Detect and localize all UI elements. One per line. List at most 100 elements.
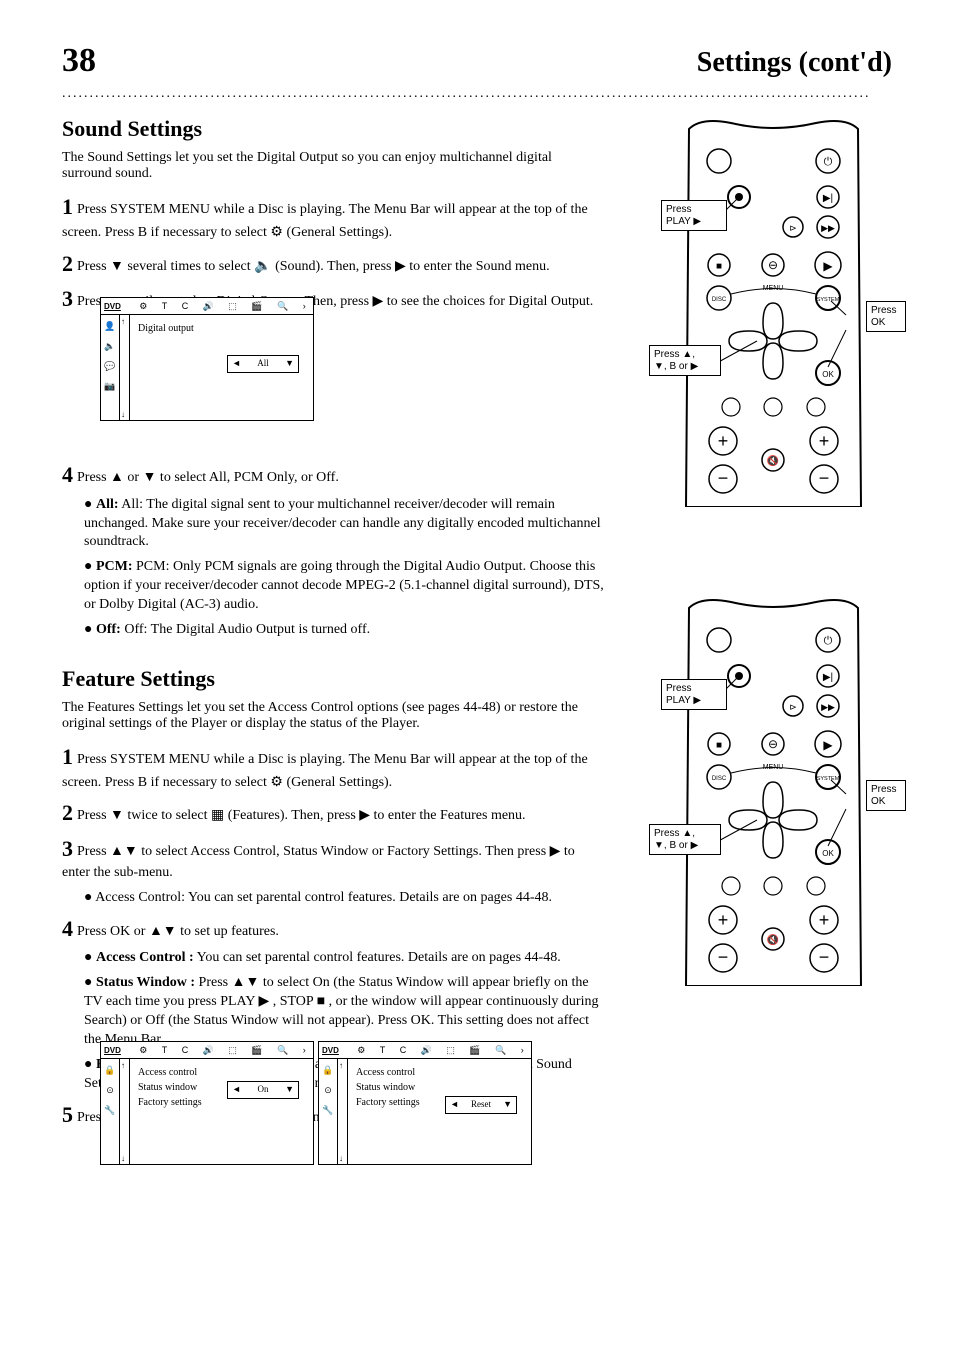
svg-text:⊳: ⊳ [789, 702, 797, 712]
text: Press ▼ twice to select [77, 808, 211, 823]
menubar-icons: ⚙ T C 🔊 ⬚ 🎬 🔍 › [132, 301, 313, 312]
icon: 🔊 [203, 301, 214, 312]
icon: ⬚ [446, 1045, 455, 1056]
remote-svg: ⏻ ▶| ⊳ ▶▶ ■ ⊖ ▶ DISC SYSTEM MENU OK + − [671, 594, 876, 986]
remote-svg: ⏻ ▶| ⊳ ▶▶ ■ ⊖ ▶ DISC SYSTEM MENU OK [671, 115, 876, 507]
svg-text:+: + [718, 910, 729, 930]
icon: ⚙ [139, 1045, 147, 1056]
gear-glyph: ⚙ [270, 773, 283, 789]
text: (General Settings). [286, 225, 392, 240]
svg-text:SYSTEM: SYSTEM [817, 297, 840, 303]
sound-step-4: 4Press ▲ or ▼ to select All, PCM Only, o… [62, 460, 602, 490]
callout-play: Press PLAY ▶ [661, 200, 727, 231]
svg-text:⊖: ⊖ [768, 737, 778, 751]
text: (Features). Then, press ▶ to enter the F… [228, 808, 526, 823]
features-glyph: ▦ [211, 806, 224, 822]
menu-row: Digital output [138, 321, 305, 336]
menubar-icons: ⚙ T C 🔊 ⬚ 🎬 🔍 › [350, 1045, 531, 1056]
speech-icon: 💬 [104, 361, 115, 372]
icon: C [182, 1045, 189, 1056]
sound-menu-figure: DVD ⚙ T C 🔊 ⬚ 🎬 🔍 › 👤 🔈 💬 📷 ↑ ↓ [100, 297, 314, 421]
icon: C [400, 1045, 407, 1056]
icon: 🔊 [203, 1045, 214, 1056]
svg-text:MENU: MENU [763, 764, 784, 771]
text: You can set parental control features. D… [194, 950, 561, 965]
svg-text:+: + [819, 431, 830, 451]
left-icon-column: 👤 🔈 💬 📷 [101, 315, 119, 421]
callout-play: Press PLAY ▶ [661, 679, 727, 710]
text: Press ▼ several times to select [77, 259, 254, 274]
sound-step-2: 2Press ▼ several times to select 🔈 (Soun… [62, 249, 602, 279]
select-box: ◄ All ▼ [227, 355, 299, 373]
feature-step-4-access: ● Access Control : You can set parental … [84, 949, 604, 968]
svg-text:■: ■ [716, 740, 722, 751]
svg-text:−: − [819, 947, 830, 967]
svg-text:▶|: ▶| [823, 193, 833, 204]
arrow-right-icon: › [521, 1045, 524, 1056]
sound-step-4-bullet-off: ● Off: Off: The Digital Audio Output is … [84, 621, 604, 640]
sound-step-4-bullet-pcm: ● PCM: PCM: Only PCM signals are going t… [84, 558, 604, 615]
arrow-down-icon: ↓ [121, 410, 125, 419]
triangle-left-icon: ◄ [232, 357, 241, 371]
text: Press OK [871, 784, 897, 807]
icon: 🎬 [251, 301, 262, 312]
feature-step-4-status: ● Status Window : Press ▲▼ to select On … [84, 974, 604, 1050]
callout-arrows: Press ▲, ▼, B or ▶ [649, 824, 721, 855]
menubar-icons: ⚙ T C 🔊 ⬚ 🎬 🔍 › [132, 1045, 313, 1056]
icon: 🎬 [251, 1045, 262, 1056]
remote-illustration-2: ⏻ ▶| ⊳ ▶▶ ■ ⊖ ▶ DISC SYSTEM MENU OK + − [671, 594, 876, 986]
feature-step-1: 1Press SYSTEM MENU while a Disc is playi… [62, 742, 602, 793]
icon: 🔍 [277, 301, 288, 312]
arrow-up-icon: ↑ [121, 317, 125, 326]
icon: C [182, 301, 189, 312]
sound-step-4-bullet-all: ● All: All: The digital signal sent to y… [84, 496, 604, 553]
icon: 🎬 [469, 1045, 480, 1056]
svg-text:MENU: MENU [763, 285, 784, 292]
arrow-up-icon: ↑ [339, 1061, 343, 1070]
callout-arrows: Press ▲, ▼, B or ▶ [649, 345, 721, 376]
svg-text:▶|: ▶| [823, 672, 833, 683]
lock-icon: 🔒 [322, 1065, 333, 1076]
person-icon: 👤 [104, 321, 115, 332]
icon: 🔊 [421, 1045, 432, 1056]
page-number: 38 [62, 42, 96, 80]
svg-text:+: + [718, 431, 729, 451]
svg-text:−: − [718, 947, 729, 967]
icon: 🔍 [277, 1045, 288, 1056]
icon: ⬚ [228, 301, 237, 312]
camera-icon: 📷 [104, 381, 115, 392]
icon: ⚙ [139, 301, 147, 312]
triangle-down-icon: ▼ [503, 1098, 512, 1112]
text: (General Settings). [286, 775, 392, 790]
icon: ⬚ [228, 1045, 237, 1056]
text: Press PLAY ▶ [666, 204, 701, 227]
svg-text:🔇: 🔇 [767, 454, 779, 467]
feature-settings-subtitle: The Features Settings let you set the Ac… [62, 700, 582, 732]
callout-ok: Press OK [866, 301, 906, 332]
svg-text:■: ■ [716, 261, 722, 272]
wrench-icon: 🔧 [322, 1105, 333, 1116]
arrow-right-icon: › [303, 301, 306, 312]
svg-text:▶▶: ▶▶ [821, 223, 835, 233]
svg-text:DISC: DISC [712, 776, 727, 782]
text: Press OK or ▲▼ to set up features. [77, 924, 279, 939]
feature-menu-figure-b: DVD ⚙ T C 🔊 ⬚ 🎬 🔍 › 🔒 ⊙ 🔧 ↑ ↓ Access con… [318, 1041, 532, 1165]
select-box: ◄ On ▼ [227, 1081, 299, 1099]
clock-icon: ⊙ [324, 1085, 332, 1096]
page-title: Settings (cont'd) [697, 47, 892, 79]
feature-step-3-note: ● Access Control: You can set parental c… [84, 889, 604, 908]
text: Press ▲, ▼, B or ▶ [654, 828, 698, 851]
icon: T [162, 1045, 168, 1056]
text: Access Control: You can set parental con… [95, 890, 552, 905]
svg-text:▶▶: ▶▶ [821, 702, 835, 712]
svg-text:+: + [819, 910, 830, 930]
svg-text:⏻: ⏻ [824, 635, 833, 647]
gear-glyph: ⚙ [270, 223, 283, 239]
arrow-down-icon: ↓ [339, 1154, 343, 1163]
svg-text:SYSTEM: SYSTEM [817, 776, 840, 782]
text: PCM: Only PCM signals are going through … [84, 559, 604, 612]
svg-text:▶: ▶ [823, 259, 833, 273]
svg-text:OK: OK [822, 370, 834, 379]
left-icon-column: 🔒 ⊙ 🔧 [319, 1059, 337, 1165]
label: Status Window : [96, 975, 195, 990]
